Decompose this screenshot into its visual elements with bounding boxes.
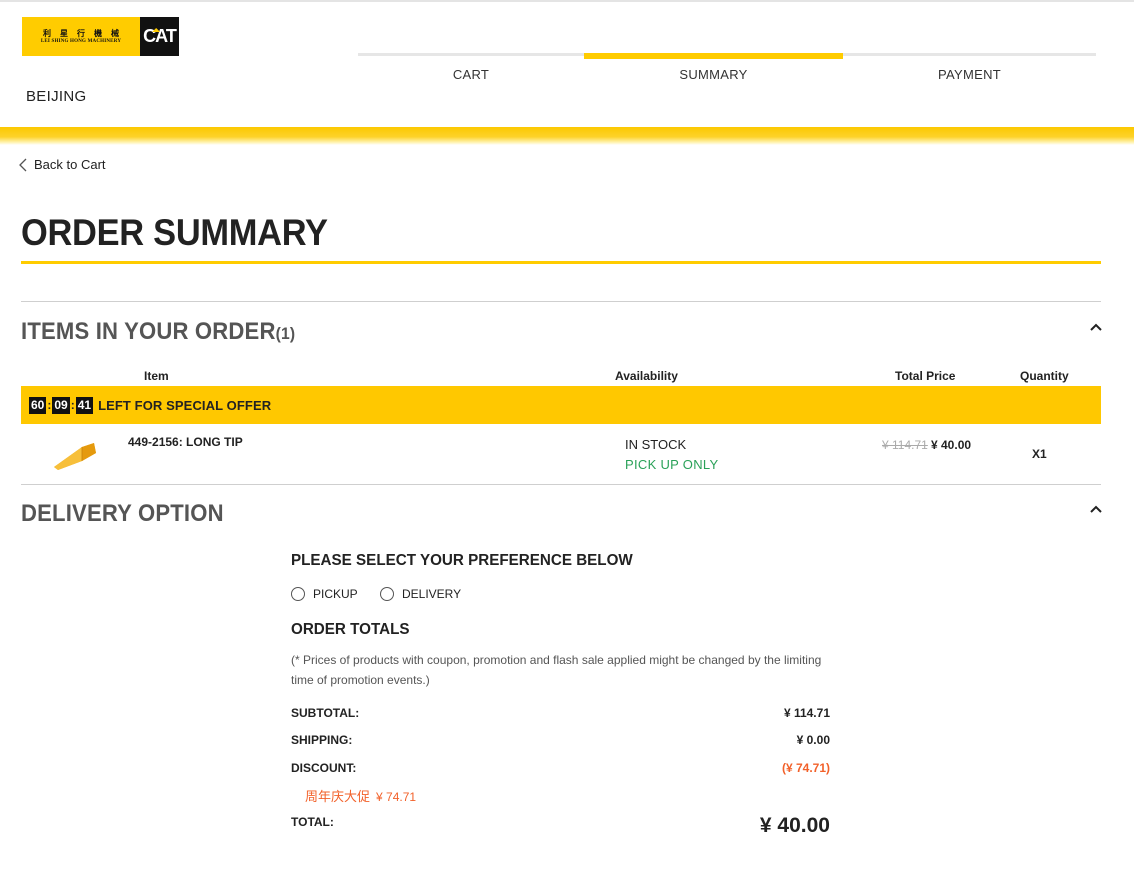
dealer-en-name: LEI SHING HONG MACHINERY <box>40 38 122 44</box>
promotion-line: 周年庆大促 ¥ 74.71 <box>305 786 416 805</box>
timer-seconds: 41 <box>75 396 94 414</box>
product-name-link[interactable]: 449-2156: LONG TIP <box>128 435 243 449</box>
item-quantity: X1 <box>1032 447 1047 461</box>
dealer-logo[interactable]: 利星行機械 LEI SHING HONG MACHINERY CAT <box>22 17 179 56</box>
sale-price: ¥ 40.00 <box>931 438 972 452</box>
column-header-item: Item <box>144 369 169 383</box>
title-underline <box>21 261 1101 264</box>
promotion-name: 周年庆大促 <box>305 789 371 804</box>
back-to-cart-label: Back to Cart <box>34 157 106 172</box>
special-offer-bar: 60 : 09 : 41 LEFT FOR SPECIAL OFFER <box>21 386 1101 424</box>
subtotal-label: SUBTOTAL: <box>291 706 360 720</box>
total-label: TOTAL: <box>291 815 334 829</box>
timer-minutes: 09 <box>52 396 70 414</box>
section-divider <box>21 484 1101 485</box>
header-accent-band <box>0 127 1134 145</box>
column-header-total-price: Total Price <box>895 369 956 383</box>
column-header-availability: Availability <box>615 369 678 383</box>
dealer-cn-name: 利星行機械 <box>43 27 128 38</box>
discount-label: DISCOUNT: <box>291 761 357 775</box>
back-to-cart-link[interactable]: Back to Cart <box>18 157 106 172</box>
step-summary[interactable]: SUMMARY <box>584 53 843 93</box>
step-cart[interactable]: CART <box>358 53 584 93</box>
order-totals-title: ORDER TOTALS <box>291 621 410 638</box>
bucket-tooth-image[interactable] <box>52 437 98 471</box>
chevron-left-icon <box>19 158 27 171</box>
delivery-label: DELIVERY <box>402 587 462 601</box>
pickup-label: PICKUP <box>313 587 358 601</box>
stock-status: IN STOCK <box>625 437 687 452</box>
cat-logo: CAT <box>140 17 179 56</box>
pickup-only-label: PICK UP ONLY <box>625 457 719 472</box>
total-value: ¥ 40.00 <box>759 814 830 837</box>
pickup-option[interactable]: PICKUP <box>291 587 358 601</box>
dealer-logo-mark: 利星行機械 LEI SHING HONG MACHINERY <box>22 17 140 56</box>
items-count: (1) <box>275 324 296 343</box>
price-change-note: (* Prices of products with coupon, promo… <box>291 653 822 687</box>
special-offer-text: LEFT FOR SPECIAL OFFER <box>98 397 272 413</box>
checkout-steps: CART SUMMARY PAYMENT <box>358 53 1096 93</box>
shipping-value: ¥ 0.00 <box>796 733 830 747</box>
store-city[interactable]: BEIJING <box>26 88 86 105</box>
delivery-section-title[interactable]: DELIVERY OPTION <box>21 500 224 528</box>
delivery-radio[interactable] <box>380 587 394 601</box>
promotion-amount: ¥ 74.71 <box>376 790 417 804</box>
step-payment[interactable]: PAYMENT <box>843 53 1096 93</box>
column-header-quantity: Quantity <box>1020 369 1069 383</box>
subtotal-value: ¥ 114.71 <box>783 706 830 720</box>
section-divider <box>21 301 1101 302</box>
chevron-up-icon[interactable] <box>1089 504 1103 514</box>
preference-title: PLEASE SELECT YOUR PREFERENCE BELOW <box>291 552 633 569</box>
delivery-option[interactable]: DELIVERY <box>380 587 461 601</box>
cat-logo-text: CAT <box>143 26 177 46</box>
original-price: ¥ 114.71 <box>882 438 928 452</box>
top-border <box>0 0 1134 2</box>
discount-value: (¥ 74.71) <box>781 761 830 775</box>
items-section-label: ITEMS IN YOUR ORDER <box>21 318 276 345</box>
shipping-label: SHIPPING: <box>291 733 353 747</box>
page-title: ORDER SUMMARY <box>21 212 328 253</box>
pickup-radio[interactable] <box>291 587 305 601</box>
chevron-up-icon[interactable] <box>1089 322 1103 332</box>
items-section-title[interactable]: ITEMS IN YOUR ORDER(1) <box>21 318 295 346</box>
timer-hours: 60 <box>29 396 47 414</box>
